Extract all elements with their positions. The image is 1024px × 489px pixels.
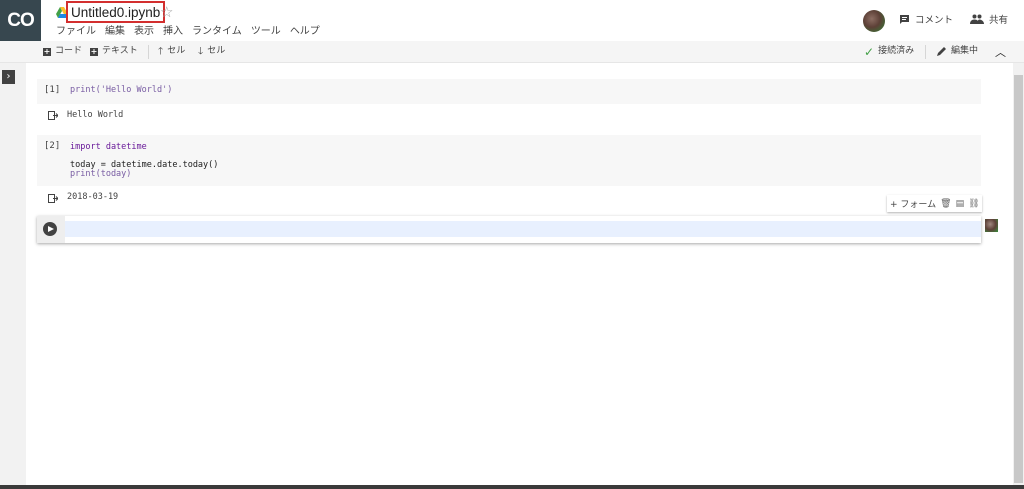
add-text-label: テキスト bbox=[102, 46, 138, 56]
code-text: print(today) bbox=[70, 169, 132, 179]
edit-mode-label: 編集中 bbox=[951, 46, 979, 56]
menu-tools[interactable]: ツール bbox=[251, 25, 281, 39]
code-cell-1[interactable]: [1] print('Hello World') bbox=[37, 79, 981, 104]
menu-help[interactable]: ヘルプ bbox=[290, 25, 320, 39]
comment-label: コメント bbox=[915, 15, 954, 26]
cell-output-1: Hello World bbox=[67, 110, 124, 120]
share-label: 共有 bbox=[989, 15, 1009, 26]
execution-count: [1] bbox=[44, 85, 61, 95]
notebook-toolbar: + コード + テキスト 🡑 セル 🡓 セル ✓ 接続済み 編集中 ︿ bbox=[0, 41, 1024, 63]
code-editor[interactable] bbox=[65, 221, 981, 237]
move-cell-up-button[interactable]: 🡑 セル bbox=[158, 45, 185, 58]
code-cell-2[interactable]: [2] import datetime today = datetime.dat… bbox=[37, 135, 981, 186]
add-text-button[interactable]: + テキスト bbox=[90, 45, 138, 58]
toolbar-divider bbox=[925, 45, 926, 59]
move-cell-down-button[interactable]: 🡓 セル bbox=[198, 45, 225, 58]
menu-insert[interactable]: 挿入 bbox=[163, 25, 183, 39]
connection-label: 接続済み bbox=[878, 46, 915, 56]
code-line[interactable]: print('Hello World') bbox=[70, 86, 172, 95]
check-icon: ✓ bbox=[864, 44, 875, 59]
menu-file[interactable]: ファイル bbox=[56, 25, 96, 39]
pencil-icon bbox=[937, 47, 946, 56]
move-down-label: セル bbox=[207, 46, 226, 56]
active-code-cell[interactable] bbox=[37, 216, 981, 243]
add-code-label: コード bbox=[55, 46, 83, 56]
add-code-button[interactable]: + コード bbox=[43, 45, 82, 58]
code-text: import datetime bbox=[70, 142, 147, 152]
comment-button[interactable]: コメント bbox=[899, 12, 953, 26]
star-icon[interactable]: ☆ bbox=[160, 3, 173, 21]
comment-icon bbox=[900, 14, 909, 24]
notebook-title[interactable]: Untitled0.ipynb bbox=[66, 1, 166, 23]
output-icon bbox=[48, 194, 58, 203]
menu-bar: ファイル 編集 表示 挿入 ランタイム ツール ヘルプ bbox=[56, 25, 329, 39]
run-gutter bbox=[37, 216, 65, 243]
play-icon[interactable] bbox=[43, 222, 57, 236]
code-line[interactable]: import datetime bbox=[70, 143, 147, 152]
menu-runtime[interactable]: ランタイム bbox=[192, 25, 242, 39]
scrollbar-thumb[interactable] bbox=[1014, 75, 1023, 483]
code-line[interactable]: print(today) bbox=[70, 170, 131, 179]
share-button[interactable]: 共有 bbox=[970, 12, 1008, 26]
output-icon bbox=[48, 111, 58, 120]
chevron-right-icon[interactable]: › bbox=[2, 70, 15, 84]
people-icon bbox=[970, 14, 984, 24]
chevron-up-icon[interactable]: ︿ bbox=[995, 44, 1006, 60]
plus-icon: + bbox=[43, 46, 51, 56]
bottom-edge bbox=[0, 485, 1024, 489]
collaborator-avatar bbox=[985, 219, 998, 232]
link-icon[interactable]: ⛓ bbox=[968, 199, 979, 209]
comment-icon[interactable]: ▤ bbox=[956, 199, 965, 209]
menu-view[interactable]: 表示 bbox=[134, 25, 154, 39]
edit-mode-button[interactable]: 編集中 bbox=[936, 45, 978, 58]
code-text: print('Hello World') bbox=[70, 85, 173, 95]
cell-output-2: 2018-03-19 bbox=[67, 192, 119, 202]
execution-count: [2] bbox=[44, 141, 61, 151]
add-form-button[interactable]: + フォーム bbox=[890, 197, 936, 210]
plus-icon: + bbox=[90, 46, 98, 56]
trash-icon[interactable]: 🗑 bbox=[940, 199, 951, 209]
left-panel-gutter bbox=[0, 63, 26, 489]
cell-toolbar: + フォーム 🗑 ▤ ⛓ bbox=[887, 195, 982, 212]
arrow-up-icon: 🡑 bbox=[158, 45, 164, 57]
arrow-down-icon: 🡓 bbox=[198, 45, 204, 57]
toolbar-divider bbox=[148, 45, 149, 59]
menu-edit[interactable]: 編集 bbox=[105, 25, 125, 39]
move-up-label: セル bbox=[167, 46, 186, 56]
app-header: CO Untitled0.ipynb ☆ ファイル 編集 表示 挿入 ランタイム… bbox=[0, 0, 1024, 41]
user-avatar[interactable] bbox=[863, 10, 885, 32]
colab-logo[interactable]: CO bbox=[0, 0, 41, 41]
connection-status[interactable]: ✓ 接続済み bbox=[864, 45, 914, 58]
